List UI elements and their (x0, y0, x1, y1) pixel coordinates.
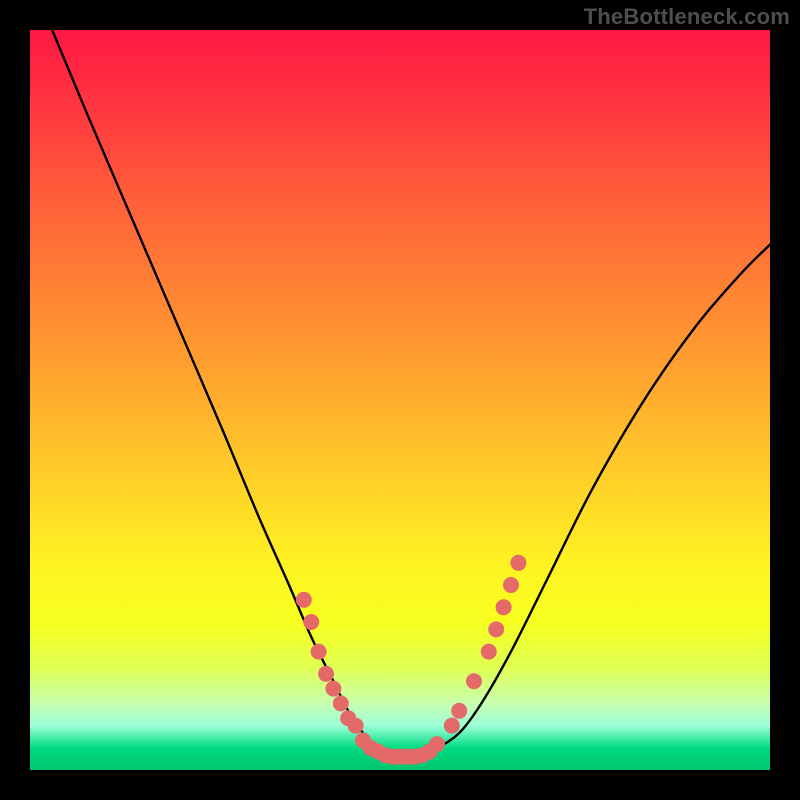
data-marker (503, 577, 519, 593)
data-marker (355, 732, 371, 748)
data-marker (362, 740, 378, 756)
data-marker (510, 555, 526, 571)
chart-svg (30, 30, 770, 770)
data-marker (377, 747, 393, 763)
data-marker (481, 644, 497, 660)
bottleneck-curve (52, 30, 770, 756)
data-marker (451, 703, 467, 719)
data-marker (399, 749, 415, 765)
data-marker (348, 718, 364, 734)
data-marker (311, 644, 327, 660)
data-marker (325, 681, 341, 697)
data-marker (340, 710, 356, 726)
data-marker (466, 673, 482, 689)
chart-stage: TheBottleneck.com (0, 0, 800, 800)
data-marker (414, 747, 430, 763)
watermark-text: TheBottleneck.com (584, 4, 790, 30)
plot-area (30, 30, 770, 770)
data-marker (303, 614, 319, 630)
data-marker (333, 695, 349, 711)
data-marker (318, 666, 334, 682)
data-marker (370, 744, 386, 760)
data-marker (429, 736, 445, 752)
data-marker (422, 744, 438, 760)
data-marker (392, 749, 408, 765)
data-marker (407, 749, 423, 765)
data-marker (496, 599, 512, 615)
data-marker (385, 749, 401, 765)
data-marker (296, 592, 312, 608)
data-marker (444, 718, 460, 734)
data-marker (488, 621, 504, 637)
